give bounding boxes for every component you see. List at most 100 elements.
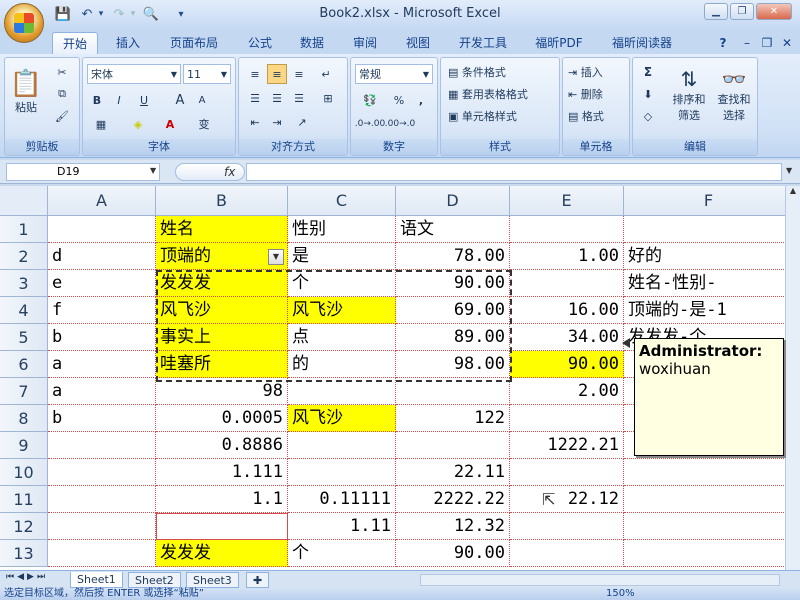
cell-e2[interactable]: 1.00: [510, 243, 624, 270]
cut-icon[interactable]: ✂: [51, 62, 73, 82]
tab-insert[interactable]: 插入: [108, 32, 148, 54]
cell-b1[interactable]: 姓名: [156, 216, 288, 243]
insert-function-button[interactable]: fx: [175, 163, 245, 181]
find-select-button[interactable]: 👓 查找和 选择: [713, 62, 755, 128]
grow-font-button[interactable]: A: [169, 90, 191, 110]
autosum-button[interactable]: Σ: [637, 62, 659, 82]
row-header-3[interactable]: 3: [0, 270, 48, 297]
select-all-corner[interactable]: [0, 186, 48, 216]
decrease-indent-icon[interactable]: ⇤: [245, 112, 265, 132]
row-header-9[interactable]: 9: [0, 432, 48, 459]
cell-c10[interactable]: [288, 459, 396, 486]
office-button[interactable]: [4, 3, 44, 43]
cell-e4[interactable]: 16.00: [510, 297, 624, 324]
cell-a6[interactable]: a: [48, 351, 156, 378]
cell-c12[interactable]: 1.11: [288, 513, 396, 540]
cell-f13[interactable]: [624, 540, 785, 567]
tab-review[interactable]: 审阅: [345, 32, 385, 54]
sheet-nav-icons[interactable]: ⏮◀▶⏭: [6, 572, 48, 582]
cell-f11[interactable]: [624, 486, 785, 513]
cell-c7[interactable]: [288, 378, 396, 405]
cell-a12[interactable]: [48, 513, 156, 540]
insert-cells-button[interactable]: ⇥ 插入: [567, 62, 627, 82]
row-header-13[interactable]: 13: [0, 540, 48, 567]
row-header-10[interactable]: 10: [0, 459, 48, 486]
cell-a11[interactable]: [48, 486, 156, 513]
cell-b3[interactable]: 发发发: [156, 270, 288, 297]
cell-e9[interactable]: 1222.21: [510, 432, 624, 459]
vertical-scrollbar[interactable]: ▲: [785, 186, 800, 570]
bold-button[interactable]: B: [87, 90, 107, 110]
font-name-select[interactable]: 宋体 ▼: [87, 64, 181, 84]
cell-d8[interactable]: 122: [396, 405, 510, 432]
cell-f12[interactable]: [624, 513, 785, 540]
cell-e12[interactable]: [510, 513, 624, 540]
cell-b12[interactable]: [156, 513, 288, 540]
row-header-7[interactable]: 7: [0, 378, 48, 405]
orientation-icon[interactable]: ↗: [289, 112, 315, 132]
cell-d1[interactable]: 语文: [396, 216, 510, 243]
row-header-5[interactable]: 5: [0, 324, 48, 351]
sheet-tab-2[interactable]: Sheet2: [128, 572, 181, 588]
expand-formula-icon[interactable]: ▼: [786, 166, 792, 175]
phonetic-icon[interactable]: 变: [191, 114, 217, 134]
cell-c9[interactable]: [288, 432, 396, 459]
cell-a13[interactable]: [48, 540, 156, 567]
cell-e10[interactable]: [510, 459, 624, 486]
row-header-11[interactable]: 11: [0, 486, 48, 513]
format-as-table-button[interactable]: ▦ 套用表格格式: [447, 84, 555, 104]
sheet-tab-1[interactable]: Sheet1: [70, 572, 123, 588]
cell-e6[interactable]: 90.00: [510, 351, 624, 378]
formula-input[interactable]: [246, 163, 782, 181]
row-header-2[interactable]: 2: [0, 243, 48, 270]
column-header-f[interactable]: F: [624, 186, 785, 216]
cell-d13[interactable]: 90.00: [396, 540, 510, 567]
align-top-icon[interactable]: ≡: [245, 64, 265, 84]
row-header-4[interactable]: 4: [0, 297, 48, 324]
fill-icon[interactable]: ⬇: [637, 84, 659, 104]
shrink-font-button[interactable]: A: [191, 90, 213, 110]
tab-formulas[interactable]: 公式: [240, 32, 280, 54]
fill-color-icon[interactable]: ◈: [123, 114, 153, 134]
horizontal-scrollbar[interactable]: [420, 574, 780, 586]
scroll-up-icon[interactable]: ▲: [787, 186, 799, 200]
cell-d11[interactable]: 2222.22: [396, 486, 510, 513]
cell-a2[interactable]: d: [48, 243, 156, 270]
tab-foxit-pdf[interactable]: 福昕PDF: [528, 32, 590, 54]
cell-a4[interactable]: f: [48, 297, 156, 324]
cell-c1[interactable]: 性别: [288, 216, 396, 243]
restore-button[interactable]: ❐: [730, 3, 754, 20]
cell-c8[interactable]: 风飞沙: [288, 405, 396, 432]
tab-data[interactable]: 数据: [292, 32, 332, 54]
cell-b9[interactable]: 0.8886: [156, 432, 288, 459]
font-color-icon[interactable]: A: [157, 114, 183, 134]
cell-e7[interactable]: 2.00: [510, 378, 624, 405]
cell-e1[interactable]: [510, 216, 624, 243]
number-format-select[interactable]: 常规 ▼: [355, 64, 433, 84]
ribbon-restore-button[interactable]: ❐: [760, 32, 774, 54]
cell-b13[interactable]: 发发发: [156, 540, 288, 567]
save-icon[interactable]: 💾: [54, 5, 72, 23]
format-cells-button[interactable]: ▤ 格式: [567, 106, 627, 126]
cell-d4[interactable]: 69.00: [396, 297, 510, 324]
cell-c11[interactable]: 0.11111: [288, 486, 396, 513]
column-header-e[interactable]: E: [510, 186, 624, 216]
column-header-a[interactable]: A: [48, 186, 156, 216]
wrap-text-icon[interactable]: ↵: [315, 64, 337, 84]
cell-b11[interactable]: 1.1: [156, 486, 288, 513]
help-icon[interactable]: ?: [714, 32, 732, 54]
cell-comment[interactable]: Administrator: woxihuan: [634, 338, 784, 456]
cell-a3[interactable]: e: [48, 270, 156, 297]
cell-c2[interactable]: 是: [288, 243, 396, 270]
cell-a1[interactable]: [48, 216, 156, 243]
border-icon[interactable]: ▦: [87, 114, 115, 134]
validation-dropdown-icon[interactable]: ▼: [268, 249, 284, 265]
delete-cells-button[interactable]: ⇤ 删除: [567, 84, 627, 104]
paste-button[interactable]: 📋 粘贴: [9, 62, 43, 122]
cell-e13[interactable]: [510, 540, 624, 567]
cell-d2[interactable]: 78.00: [396, 243, 510, 270]
cell-b6[interactable]: 哇塞所: [156, 351, 288, 378]
customize-quick-access-icon[interactable]: ▾: [172, 5, 190, 23]
underline-button[interactable]: U: [131, 90, 157, 110]
redo-dropdown-icon[interactable]: ▾: [124, 5, 142, 23]
